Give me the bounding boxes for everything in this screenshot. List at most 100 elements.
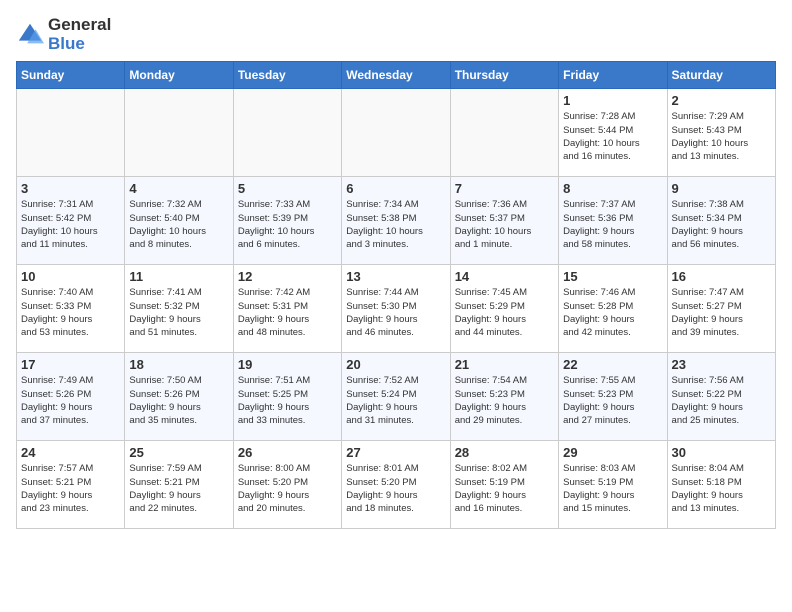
day-number: 9 — [672, 181, 771, 196]
calendar-cell: 5 Sunrise: 7:33 AM Sunset: 5:39 PM Daylig… — [233, 177, 341, 265]
day-number: 21 — [455, 357, 554, 372]
day-info: Sunrise: 7:42 AM Sunset: 5:31 PM Dayligh… — [238, 286, 337, 339]
calendar-cell: 30 Sunrise: 8:04 AM Sunset: 5:18 PM Dayli… — [667, 441, 775, 529]
day-info: Sunrise: 7:59 AM Sunset: 5:21 PM Dayligh… — [129, 462, 228, 515]
day-number: 11 — [129, 269, 228, 284]
weekday-header-friday: Friday — [559, 62, 667, 89]
calendar-cell: 16 Sunrise: 7:47 AM Sunset: 5:27 PM Dayli… — [667, 265, 775, 353]
calendar-cell: 27 Sunrise: 8:01 AM Sunset: 5:20 PM Dayli… — [342, 441, 450, 529]
day-info: Sunrise: 7:49 AM Sunset: 5:26 PM Dayligh… — [21, 374, 120, 427]
calendar-cell: 22 Sunrise: 7:55 AM Sunset: 5:23 PM Dayli… — [559, 353, 667, 441]
weekday-header-wednesday: Wednesday — [342, 62, 450, 89]
day-info: Sunrise: 7:31 AM Sunset: 5:42 PM Dayligh… — [21, 198, 120, 251]
day-number: 1 — [563, 93, 662, 108]
logo-icon — [16, 21, 44, 49]
calendar-cell: 4Sunrise: 7:32 AM Sunset: 5:40 PM Daylig… — [125, 177, 233, 265]
day-number: 3 — [21, 181, 120, 196]
calendar-cell: 25 Sunrise: 7:59 AM Sunset: 5:21 PM Dayli… — [125, 441, 233, 529]
calendar-cell: 28 Sunrise: 8:02 AM Sunset: 5:19 PM Dayli… — [450, 441, 558, 529]
day-info: Sunrise: 7:29 AM Sunset: 5:43 PM Dayligh… — [672, 110, 771, 163]
day-number: 22 — [563, 357, 662, 372]
day-info: Sunrise: 7:55 AM Sunset: 5:23 PM Dayligh… — [563, 374, 662, 427]
calendar-table: SundayMondayTuesdayWednesdayThursdayFrid… — [16, 61, 776, 529]
day-number: 10 — [21, 269, 120, 284]
day-number: 20 — [346, 357, 445, 372]
day-number: 19 — [238, 357, 337, 372]
day-info: Sunrise: 7:54 AM Sunset: 5:23 PM Dayligh… — [455, 374, 554, 427]
day-info: Sunrise: 8:04 AM Sunset: 5:18 PM Dayligh… — [672, 462, 771, 515]
calendar-cell: 9 Sunrise: 7:38 AM Sunset: 5:34 PM Daylig… — [667, 177, 775, 265]
day-number: 23 — [672, 357, 771, 372]
calendar-cell: 13 Sunrise: 7:44 AM Sunset: 5:30 PM Dayli… — [342, 265, 450, 353]
day-info: Sunrise: 7:38 AM Sunset: 5:34 PM Dayligh… — [672, 198, 771, 251]
day-number: 7 — [455, 181, 554, 196]
day-number: 2 — [672, 93, 771, 108]
day-number: 5 — [238, 181, 337, 196]
day-number: 24 — [21, 445, 120, 460]
day-info: Sunrise: 7:51 AM Sunset: 5:25 PM Dayligh… — [238, 374, 337, 427]
day-number: 17 — [21, 357, 120, 372]
calendar-cell: 12 Sunrise: 7:42 AM Sunset: 5:31 PM Dayli… — [233, 265, 341, 353]
day-number: 15 — [563, 269, 662, 284]
calendar-cell: 8 Sunrise: 7:37 AM Sunset: 5:36 PM Daylig… — [559, 177, 667, 265]
day-info: Sunrise: 7:37 AM Sunset: 5:36 PM Dayligh… — [563, 198, 662, 251]
day-info: Sunrise: 7:57 AM Sunset: 5:21 PM Dayligh… — [21, 462, 120, 515]
weekday-header-tuesday: Tuesday — [233, 62, 341, 89]
day-number: 8 — [563, 181, 662, 196]
day-info: Sunrise: 7:33 AM Sunset: 5:39 PM Dayligh… — [238, 198, 337, 251]
calendar-cell: 6 Sunrise: 7:34 AM Sunset: 5:38 PM Daylig… — [342, 177, 450, 265]
day-number: 14 — [455, 269, 554, 284]
day-number: 28 — [455, 445, 554, 460]
weekday-header-row: SundayMondayTuesdayWednesdayThursdayFrid… — [17, 62, 776, 89]
weekday-header-sunday: Sunday — [17, 62, 125, 89]
calendar-cell — [17, 89, 125, 177]
day-number: 18 — [129, 357, 228, 372]
day-info: Sunrise: 7:52 AM Sunset: 5:24 PM Dayligh… — [346, 374, 445, 427]
calendar-week-row: 10 Sunrise: 7:40 AM Sunset: 5:33 PM Dayli… — [17, 265, 776, 353]
day-number: 16 — [672, 269, 771, 284]
day-number: 26 — [238, 445, 337, 460]
calendar-cell: 24 Sunrise: 7:57 AM Sunset: 5:21 PM Dayli… — [17, 441, 125, 529]
day-info: Sunrise: 7:44 AM Sunset: 5:30 PM Dayligh… — [346, 286, 445, 339]
day-info: Sunrise: 8:01 AM Sunset: 5:20 PM Dayligh… — [346, 462, 445, 515]
calendar-cell — [233, 89, 341, 177]
day-number: 13 — [346, 269, 445, 284]
calendar-week-row: 1Sunrise: 7:28 AM Sunset: 5:44 PM Daylig… — [17, 89, 776, 177]
day-info: Sunrise: 8:03 AM Sunset: 5:19 PM Dayligh… — [563, 462, 662, 515]
calendar-cell: 19 Sunrise: 7:51 AM Sunset: 5:25 PM Dayli… — [233, 353, 341, 441]
day-number: 6 — [346, 181, 445, 196]
page-header: General Blue — [16, 16, 776, 53]
calendar-cell: 26 Sunrise: 8:00 AM Sunset: 5:20 PM Dayli… — [233, 441, 341, 529]
day-info: Sunrise: 7:32 AM Sunset: 5:40 PM Dayligh… — [129, 198, 228, 251]
calendar-week-row: 17 Sunrise: 7:49 AM Sunset: 5:26 PM Dayli… — [17, 353, 776, 441]
calendar-cell: 21 Sunrise: 7:54 AM Sunset: 5:23 PM Dayli… — [450, 353, 558, 441]
calendar-cell: 11 Sunrise: 7:41 AM Sunset: 5:32 PM Dayli… — [125, 265, 233, 353]
day-info: Sunrise: 7:46 AM Sunset: 5:28 PM Dayligh… — [563, 286, 662, 339]
day-info: Sunrise: 7:50 AM Sunset: 5:26 PM Dayligh… — [129, 374, 228, 427]
day-info: Sunrise: 7:45 AM Sunset: 5:29 PM Dayligh… — [455, 286, 554, 339]
calendar-cell: 20 Sunrise: 7:52 AM Sunset: 5:24 PM Dayli… — [342, 353, 450, 441]
calendar-cell — [450, 89, 558, 177]
day-info: Sunrise: 7:47 AM Sunset: 5:27 PM Dayligh… — [672, 286, 771, 339]
weekday-header-monday: Monday — [125, 62, 233, 89]
logo-text: General Blue — [48, 16, 111, 53]
day-number: 29 — [563, 445, 662, 460]
day-info: Sunrise: 7:56 AM Sunset: 5:22 PM Dayligh… — [672, 374, 771, 427]
day-number: 12 — [238, 269, 337, 284]
calendar-cell: 10 Sunrise: 7:40 AM Sunset: 5:33 PM Dayli… — [17, 265, 125, 353]
day-info: Sunrise: 8:02 AM Sunset: 5:19 PM Dayligh… — [455, 462, 554, 515]
day-info: Sunrise: 7:36 AM Sunset: 5:37 PM Dayligh… — [455, 198, 554, 251]
day-info: Sunrise: 7:40 AM Sunset: 5:33 PM Dayligh… — [21, 286, 120, 339]
day-info: Sunrise: 7:34 AM Sunset: 5:38 PM Dayligh… — [346, 198, 445, 251]
calendar-cell: 18 Sunrise: 7:50 AM Sunset: 5:26 PM Dayli… — [125, 353, 233, 441]
calendar-cell: 7 Sunrise: 7:36 AM Sunset: 5:37 PM Daylig… — [450, 177, 558, 265]
logo: General Blue — [16, 16, 111, 53]
day-number: 30 — [672, 445, 771, 460]
day-info: Sunrise: 7:41 AM Sunset: 5:32 PM Dayligh… — [129, 286, 228, 339]
weekday-header-thursday: Thursday — [450, 62, 558, 89]
calendar-cell: 23 Sunrise: 7:56 AM Sunset: 5:22 PM Dayli… — [667, 353, 775, 441]
page-container: General Blue SundayMondayTuesdayWednesda… — [16, 16, 776, 529]
day-number: 27 — [346, 445, 445, 460]
day-info: Sunrise: 8:00 AM Sunset: 5:20 PM Dayligh… — [238, 462, 337, 515]
day-number: 25 — [129, 445, 228, 460]
